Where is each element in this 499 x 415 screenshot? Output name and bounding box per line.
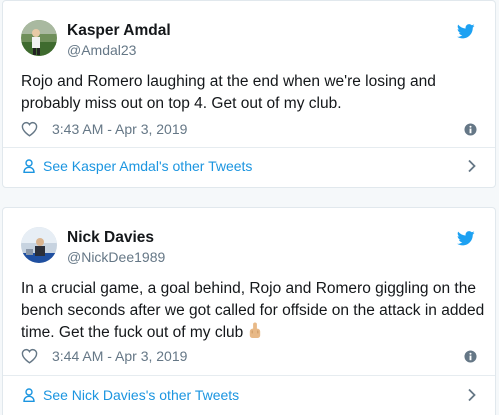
- see-other-tweets-link[interactable]: See Kasper Amdal's other Tweets: [23, 156, 477, 178]
- person-icon: [23, 388, 35, 402]
- timestamp[interactable]: 3:43 AM - Apr 3, 2019: [52, 121, 187, 137]
- tweet-card: Kasper Amdal @Amdal23 Rojo and Romero la…: [2, 0, 496, 188]
- timestamp[interactable]: 3:44 AM - Apr 3, 2019: [52, 348, 187, 364]
- display-name[interactable]: Nick Davies: [67, 229, 154, 247]
- tweet-meta: 3:43 AM - Apr 3, 2019: [21, 121, 477, 139]
- info-icon[interactable]: [464, 350, 477, 363]
- twitter-logo-icon[interactable]: [457, 231, 475, 246]
- heart-icon[interactable]: [21, 348, 38, 364]
- middle-finger-emoji: [249, 322, 260, 339]
- see-other-tweets-label[interactable]: See Nick Davies's other Tweets: [43, 387, 239, 403]
- chevron-right-icon[interactable]: [467, 159, 477, 173]
- info-icon[interactable]: [464, 123, 477, 136]
- chevron-right-icon[interactable]: [467, 388, 477, 402]
- tweet-card: Nick Davies @NickDee1989 In a crucial ga…: [2, 207, 496, 415]
- twitter-logo-icon[interactable]: [457, 24, 475, 39]
- see-other-tweets-label[interactable]: See Kasper Amdal's other Tweets: [43, 158, 252, 174]
- tweet-text: Rojo and Romero laughing at the end when…: [21, 73, 436, 112]
- heart-icon[interactable]: [21, 121, 38, 137]
- divider: [3, 375, 495, 376]
- tweet-text: In a crucial game, a goal behind, Rojo a…: [21, 278, 491, 344]
- display-name[interactable]: Kasper Amdal: [67, 22, 171, 40]
- person-icon: [23, 159, 35, 173]
- avatar[interactable]: [21, 227, 57, 263]
- user-handle[interactable]: @Amdal23: [67, 42, 136, 58]
- user-handle[interactable]: @NickDee1989: [67, 249, 165, 265]
- divider: [3, 147, 495, 148]
- avatar[interactable]: [21, 20, 57, 56]
- see-other-tweets-link[interactable]: See Nick Davies's other Tweets: [23, 385, 477, 407]
- tweet-meta: 3:44 AM - Apr 3, 2019: [21, 348, 477, 366]
